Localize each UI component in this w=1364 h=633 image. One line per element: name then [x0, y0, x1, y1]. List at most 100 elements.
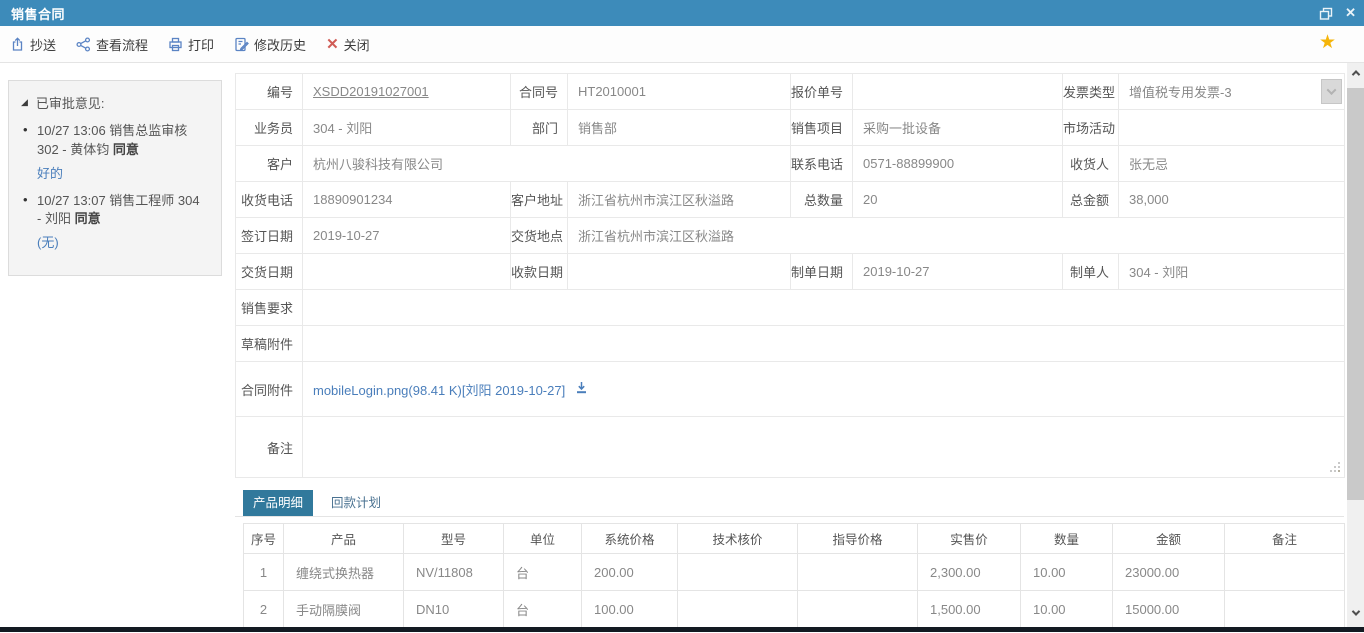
table-cell — [1225, 591, 1345, 628]
view-flow-button[interactable]: 查看流程 — [76, 35, 148, 54]
edit-history-label: 修改历史 — [254, 35, 306, 54]
approval-comment: 好的 — [37, 165, 205, 184]
tab-payment-plan[interactable]: 回款计划 — [321, 490, 391, 516]
table-cell — [1225, 554, 1345, 591]
product-table-body: 1缠绕式换热器NV/11808台200.002,300.0010.0023000… — [244, 554, 1345, 628]
approval-text: 10/27 13:07 销售工程师 304 - 刘阳 — [37, 193, 200, 227]
field-label-receive-phone: 收货电话 — [236, 182, 303, 218]
table-cell: 23000.00 — [1113, 554, 1225, 591]
field-value-sales-requirement — [303, 290, 1345, 326]
approval-item: • 10/27 13:06 销售总监审核 302 - 黄体钧 同意 好的 — [21, 122, 211, 184]
column-header: 指导价格 — [798, 524, 918, 554]
field-label-consignee: 收货人 — [1063, 146, 1119, 182]
column-header: 产品 — [284, 524, 404, 554]
copy-send-button[interactable]: 抄送 — [10, 35, 56, 54]
field-label-draft-attachment: 草稿附件 — [236, 326, 303, 362]
column-header: 金额 — [1113, 524, 1225, 554]
close-form-button[interactable]: ✕ 关闭 — [326, 35, 370, 54]
restore-window-icon[interactable] — [1319, 7, 1333, 20]
favorite-star-icon[interactable]: ★ — [1319, 33, 1336, 52]
table-cell: 200.00 — [582, 554, 678, 591]
attachment-file-link[interactable]: mobileLogin.png(98.41 K)[刘阳 2019-10-27] — [313, 380, 565, 399]
contract-form: 编号 XSDD20191027001 合同号 HT2010001 报价单号 发票… — [235, 73, 1345, 478]
scrollbar-thumb[interactable] — [1347, 88, 1364, 500]
field-value-sales-project: 采购一批设备 — [853, 110, 1063, 146]
field-label-contract-no: 合同号 — [511, 74, 568, 110]
close-form-label: 关闭 — [344, 35, 370, 54]
table-cell: 1,500.00 — [918, 591, 1021, 628]
collapse-triangle-icon[interactable]: ◢ — [21, 98, 28, 107]
field-label-order-no: 编号 — [236, 74, 303, 110]
table-cell: 2 — [244, 591, 284, 628]
remark-textarea[interactable] — [303, 417, 1345, 478]
field-label-market-activity: 市场活动 — [1063, 110, 1119, 146]
approval-verdict: 同意 — [113, 142, 139, 157]
product-table-header-row: 序号产品型号单位系统价格技术核价指导价格实售价数量金额备注 — [244, 524, 1345, 554]
scroll-up-icon[interactable] — [1347, 65, 1364, 81]
column-header: 数量 — [1021, 524, 1113, 554]
column-header: 单位 — [504, 524, 582, 554]
column-header: 系统价格 — [582, 524, 678, 554]
table-cell: 100.00 — [582, 591, 678, 628]
download-icon[interactable] — [575, 381, 588, 397]
field-label-contract-attachment: 合同附件 — [236, 362, 303, 417]
bullet-icon: • — [21, 192, 37, 254]
field-label-department: 部门 — [511, 110, 568, 146]
field-label-customer: 客户 — [236, 146, 303, 182]
edit-history-button[interactable]: 修改历史 — [234, 35, 306, 54]
field-value-customer: 杭州八骏科技有限公司 — [303, 146, 791, 182]
field-value-delivery-place: 浙江省杭州市滨江区秋溢路 — [568, 218, 1345, 254]
bullet-icon: • — [21, 122, 37, 184]
field-label-contact-phone: 联系电话 — [791, 146, 853, 182]
field-label-customer-address: 客户地址 — [511, 182, 568, 218]
tab-product-detail[interactable]: 产品明细 — [243, 490, 313, 516]
field-label-sign-date: 签订日期 — [236, 218, 303, 254]
scroll-down-icon[interactable] — [1347, 605, 1364, 621]
order-no-link[interactable]: XSDD20191027001 — [313, 84, 429, 99]
column-header: 实售价 — [918, 524, 1021, 554]
view-flow-label: 查看流程 — [96, 35, 148, 54]
window-titlebar: 销售合同 ✕ — [0, 0, 1364, 26]
approval-panel: ◢ 已审批意见: • 10/27 13:06 销售总监审核 302 - 黄体钧 … — [8, 80, 222, 276]
table-cell — [678, 554, 798, 591]
field-value-department: 销售部 — [568, 110, 791, 146]
field-value-create-date: 2019-10-27 — [853, 254, 1063, 290]
table-cell — [678, 591, 798, 628]
close-window-icon[interactable]: ✕ — [1345, 5, 1356, 21]
column-header: 型号 — [404, 524, 504, 554]
column-header: 备注 — [1225, 524, 1345, 554]
field-label-salesman: 业务员 — [236, 110, 303, 146]
close-x-icon: ✕ — [326, 37, 339, 52]
field-label-invoice-type: 发票类型 — [1063, 74, 1119, 110]
window-bottom-edge — [0, 627, 1364, 632]
field-label-creator: 制单人 — [1063, 254, 1119, 290]
field-value-salesman: 304 - 刘阳 — [303, 110, 511, 146]
column-header: 序号 — [244, 524, 284, 554]
field-label-delivery-place: 交货地点 — [511, 218, 568, 254]
copy-send-label: 抄送 — [30, 35, 56, 54]
table-cell: 2,300.00 — [918, 554, 1021, 591]
vertical-scrollbar[interactable] — [1347, 63, 1364, 627]
field-value-receive-phone: 18890901234 — [303, 182, 511, 218]
field-value-sign-date: 2019-10-27 — [303, 218, 511, 254]
invoice-type-dropdown-button[interactable] — [1321, 79, 1342, 104]
table-row[interactable]: 2手动隔膜阀DN10台100.001,500.0010.0015000.00 — [244, 591, 1345, 628]
invoice-type-select: 增值税专用发票-3 — [1119, 74, 1345, 110]
column-header: 技术核价 — [678, 524, 798, 554]
field-value-consignee: 张无忌 — [1119, 146, 1345, 182]
field-value-customer-address: 浙江省杭州市滨江区秋溢路 — [568, 182, 791, 218]
field-label-total-amount: 总金额 — [1063, 182, 1119, 218]
field-label-delivery-date: 交货日期 — [236, 254, 303, 290]
field-value-quote-no — [853, 74, 1063, 110]
print-button[interactable]: 打印 — [168, 35, 214, 54]
table-cell: 台 — [504, 591, 582, 628]
field-label-sales-project: 销售项目 — [791, 110, 853, 146]
approval-header: 已审批意见: — [36, 93, 105, 112]
table-row[interactable]: 1缠绕式换热器NV/11808台200.002,300.0010.0023000… — [244, 554, 1345, 591]
field-value-creator: 304 - 刘阳 — [1119, 254, 1345, 290]
table-cell: 10.00 — [1021, 591, 1113, 628]
table-cell: 1 — [244, 554, 284, 591]
table-cell: 手动隔膜阀 — [284, 591, 404, 628]
field-value-contact-phone: 0571-88899900 — [853, 146, 1063, 182]
resize-grip-icon[interactable] — [1338, 470, 1340, 472]
